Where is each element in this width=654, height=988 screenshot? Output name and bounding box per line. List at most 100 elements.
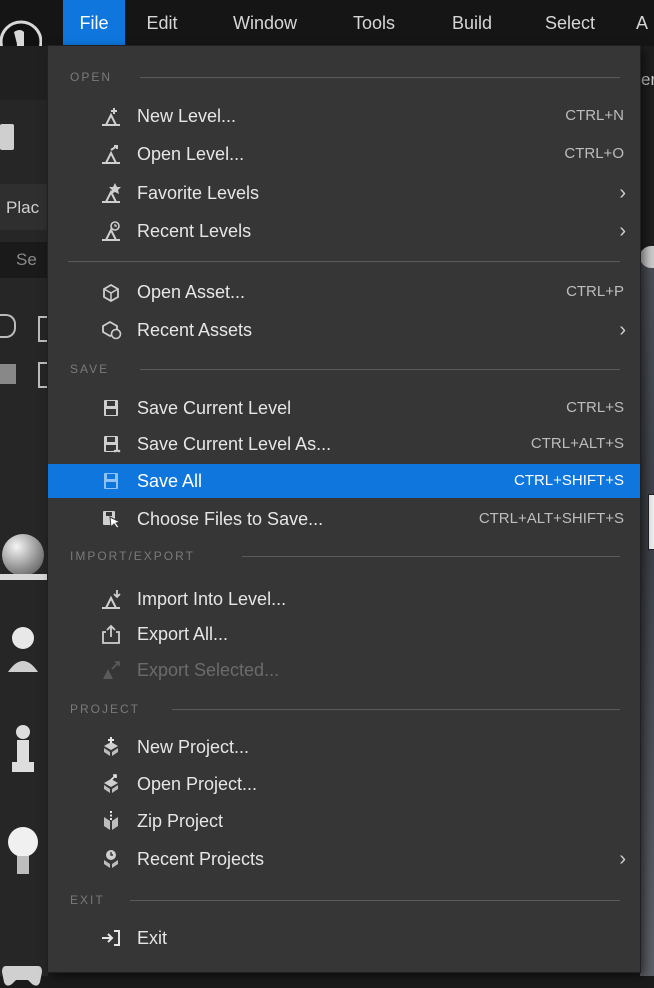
menu-item-export-selected[interactable]: Export Selected...: [48, 653, 640, 687]
point-light-icon[interactable]: [6, 824, 40, 878]
save-all-icon: [100, 471, 122, 491]
recent-category-icon[interactable]: [0, 314, 16, 338]
menu-build[interactable]: Build: [442, 0, 502, 46]
menu-item-label: Choose Files to Save...: [137, 509, 324, 529]
section-save: SAVE: [48, 358, 640, 380]
section-exit: EXIT: [48, 889, 640, 911]
recent-projects-icon: [100, 849, 122, 869]
shortcut-text: CTRL+ALT+SHIFT+S: [478, 510, 624, 527]
right-panel-fragment: er: [641, 70, 654, 89]
menu-separator: [68, 261, 620, 262]
menu-item-zip-project[interactable]: Zip Project: [48, 804, 640, 838]
menu-item-save-current-level[interactable]: Save Current Level CTRL+S: [48, 391, 640, 425]
section-divider: [242, 556, 620, 557]
pawn-actor-icon[interactable]: [6, 624, 40, 672]
export-selected-icon: [100, 660, 122, 680]
file-menu-dropdown: OPEN New Level... CTRL+N Open Level... C…: [48, 46, 640, 972]
place-search-hint: Se: [16, 250, 37, 269]
submenu-arrow-icon: ›: [619, 848, 626, 870]
section-divider: [140, 77, 620, 78]
shortcut-text: CTRL+N: [565, 107, 624, 124]
open-level-icon: [100, 144, 122, 164]
menu-item-favorite-levels[interactable]: Favorite Levels ›: [48, 176, 640, 210]
menu-item-save-current-level-as[interactable]: Save Current Level As... CTRL+ALT+S: [48, 427, 640, 461]
submenu-arrow-icon: ›: [619, 220, 626, 242]
section-divider: [172, 709, 620, 710]
menu-edit[interactable]: Edit: [137, 0, 187, 46]
menu-item-label: Open Asset...: [137, 282, 246, 302]
menu-item-import-into-level[interactable]: Import Into Level...: [48, 582, 640, 616]
shortcut-text: CTRL+O: [564, 145, 624, 162]
open-asset-icon: [100, 282, 122, 302]
save-icon: [100, 398, 122, 418]
menu-actor[interactable]: A: [636, 0, 654, 46]
menu-item-label: Zip Project: [137, 811, 224, 831]
section-import-export: IMPORT/EXPORT: [48, 545, 640, 567]
menu-bar: File Edit Window Tools Build Select A: [0, 0, 654, 64]
gamepad-icon[interactable]: [2, 958, 42, 988]
menu-item-recent-projects[interactable]: Recent Projects ›: [48, 842, 640, 876]
new-project-icon: [100, 737, 122, 757]
menu-item-label: Exit: [137, 928, 168, 948]
viewport-tooltip-edge: [648, 494, 654, 550]
submenu-arrow-icon: ›: [619, 182, 626, 204]
zip-project-icon: [100, 811, 122, 831]
menu-item-new-level[interactable]: New Level... CTRL+N: [48, 99, 640, 133]
section-save-label: SAVE: [70, 362, 110, 376]
menu-item-label: Import Into Level...: [137, 589, 287, 609]
import-icon: [100, 589, 122, 609]
sphere-actor-icon[interactable]: [2, 534, 44, 576]
editor-left-panel: Plac Se: [0, 46, 50, 986]
place-mode-label: Plac: [6, 198, 40, 217]
menu-item-label: New Level...: [137, 106, 237, 126]
menu-item-new-project[interactable]: New Project...: [48, 730, 640, 764]
menu-item-label: Recent Levels: [137, 221, 252, 241]
recent-levels-icon: [100, 221, 122, 241]
menu-file[interactable]: File: [63, 0, 125, 46]
menu-select[interactable]: Select: [530, 0, 610, 46]
section-import-export-label: IMPORT/EXPORT: [70, 549, 195, 563]
menu-item-save-all[interactable]: Save All CTRL+SHIFT+S: [48, 464, 640, 498]
level-viewport[interactable]: [640, 250, 654, 976]
menu-item-choose-files-to-save[interactable]: Choose Files to Save... CTRL+ALT+SHIFT+S: [48, 502, 640, 536]
section-divider: [130, 900, 620, 901]
open-project-icon: [100, 774, 122, 794]
menu-item-label: Save Current Level As...: [137, 434, 332, 454]
submenu-arrow-icon: ›: [619, 319, 626, 341]
menu-item-exit[interactable]: Exit: [48, 921, 640, 955]
menu-item-open-project[interactable]: Open Project...: [48, 767, 640, 801]
section-exit-label: EXIT: [70, 893, 105, 907]
menu-item-label: Favorite Levels: [137, 183, 260, 203]
shortcut-text: CTRL+P: [566, 283, 624, 300]
choose-files-icon: [100, 509, 122, 529]
exit-icon: [100, 928, 122, 948]
section-open-label: OPEN: [70, 70, 113, 84]
save-toolbar-icon[interactable]: [0, 124, 14, 150]
player-start-icon[interactable]: [8, 722, 38, 776]
menu-item-recent-assets[interactable]: Recent Assets ›: [48, 313, 640, 347]
shortcut-text: CTRL+SHIFT+S: [513, 472, 624, 489]
save-as-icon: [100, 434, 122, 454]
menu-item-recent-levels[interactable]: Recent Levels ›: [48, 214, 640, 248]
menu-item-label: New Project...: [137, 737, 250, 757]
menu-item-label: Export All...: [137, 624, 229, 644]
recent-assets-icon: [100, 320, 122, 340]
menu-item-open-level[interactable]: Open Level... CTRL+O: [48, 137, 640, 171]
menu-item-label: Recent Projects: [137, 849, 265, 869]
shapes-category-icon[interactable]: [0, 364, 16, 384]
menu-window[interactable]: Window: [218, 0, 312, 46]
menu-item-label: Save Current Level: [137, 398, 292, 418]
favorite-levels-icon: [100, 183, 122, 203]
shortcut-text: CTRL+S: [566, 399, 624, 416]
section-project-label: PROJECT: [70, 702, 141, 716]
menu-item-label: Open Project...: [137, 774, 258, 794]
menu-tools[interactable]: Tools: [339, 0, 409, 46]
section-divider: [140, 369, 620, 370]
menu-item-label: Save All: [137, 471, 203, 491]
section-project: PROJECT: [48, 698, 640, 720]
toolbar-strip: [0, 46, 48, 100]
menu-item-export-all[interactable]: Export All...: [48, 617, 640, 651]
menu-item-open-asset[interactable]: Open Asset... CTRL+P: [48, 275, 640, 309]
menu-item-label: Open Level...: [137, 144, 245, 164]
shortcut-text: CTRL+ALT+S: [530, 435, 624, 452]
